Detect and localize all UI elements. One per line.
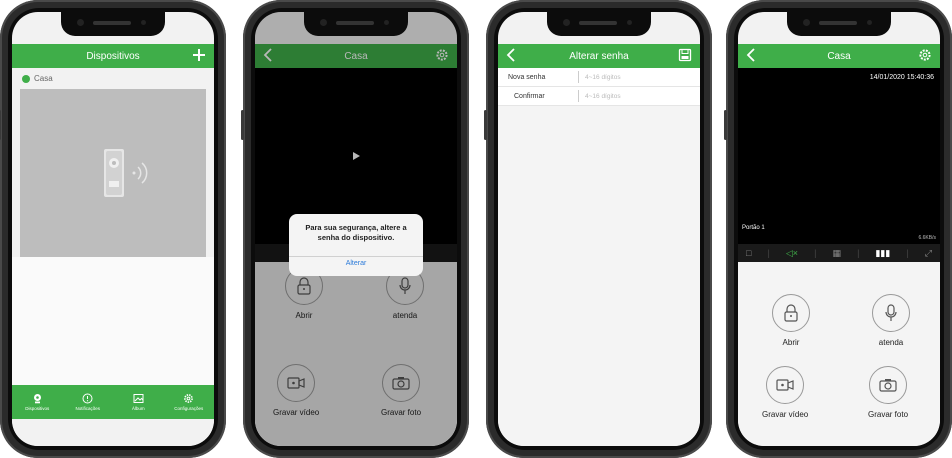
new-password-field[interactable] <box>578 71 687 83</box>
side-button <box>484 110 487 140</box>
camera-name: Portão 1 <box>742 225 765 231</box>
confirm-password-row: Confirmar <box>498 87 700 106</box>
speaker-mute-icon[interactable]: ◁× <box>786 248 798 259</box>
header-bar: Dispositivos <box>12 44 214 68</box>
dialog-divider <box>289 256 423 257</box>
answer-label: atenda <box>878 338 904 347</box>
bitrate: 6.6KB/s <box>918 235 936 241</box>
photo-label: Gravar foto <box>868 410 909 419</box>
photo-camera-icon <box>879 379 897 392</box>
quality-icon[interactable]: ▮▮▮ <box>875 248 890 259</box>
device-label-row[interactable]: Casa <box>22 74 53 83</box>
header-bar: Casa <box>738 44 940 68</box>
dialog-message: Para sua segurança, altere a senha do di… <box>305 223 407 242</box>
video-timestamp: 14/01/2020 15:40:36 <box>869 74 934 81</box>
page-title: Alterar senha <box>569 50 629 62</box>
confirm-label: Confirmar <box>514 92 545 100</box>
phone-frame-change-password: Alterar senha Nova senha Confirmar <box>484 0 712 458</box>
alert-icon <box>82 393 93 404</box>
lock-icon <box>784 304 798 322</box>
snapshot-grid-icon[interactable]: ▦ <box>833 248 842 259</box>
phone-frame-devices: Dispositivos Casa Dispositivos Notificaç… <box>0 0 226 458</box>
fullscreen-icon[interactable]: ⤢ <box>925 248 932 259</box>
screen-devices: Dispositivos Casa Dispositivos Notificaç… <box>12 12 214 446</box>
screen-live-dialog: Casa ▷ ⤢ Abrir atenda Gravar vídeo Grava <box>255 12 457 446</box>
device-name: Casa <box>34 74 53 83</box>
tab-devices[interactable]: Dispositivos <box>12 385 63 419</box>
new-password-row: Nova senha <box>498 68 700 87</box>
video-view[interactable]: 14/01/2020 15:40:36 Portão 1 6.6KB/s <box>738 68 940 244</box>
video-camera-icon <box>776 379 794 391</box>
notch <box>787 12 891 36</box>
answer-button[interactable]: atenda <box>872 294 910 347</box>
tab-settings[interactable]: Configurações <box>164 385 215 419</box>
security-alert-dialog: Para sua segurança, altere a senha do di… <box>289 214 423 276</box>
video-control-bar: □ | ◁× | ▦ | ▮▮▮ | ⤢ <box>738 244 940 262</box>
stop-icon[interactable]: □ <box>746 248 751 258</box>
open-label: Abrir <box>782 338 800 347</box>
notch <box>61 12 165 36</box>
back-chevron-icon[interactable] <box>506 47 516 63</box>
form-background <box>498 106 700 446</box>
tab-label: Álbum <box>131 406 145 411</box>
screen-live: Casa 14/01/2020 15:40:36 Portão 1 6.6KB/… <box>738 12 940 446</box>
side-button <box>0 110 1 140</box>
screen-change-password: Alterar senha Nova senha Confirmar <box>498 12 700 446</box>
phone-frame-live-dialog: Casa ▷ ⤢ Abrir atenda Gravar vídeo Grava <box>241 0 469 458</box>
gear-icon <box>184 394 194 403</box>
back-chevron-icon[interactable] <box>746 47 756 63</box>
home-indicator-area <box>12 419 214 446</box>
gear-icon[interactable] <box>918 48 932 62</box>
empty-list-area <box>12 257 214 385</box>
tab-label: Configurações <box>174 406 204 411</box>
notch <box>547 12 651 36</box>
camera-icon <box>33 394 41 404</box>
record-label: Gravar vídeo <box>762 410 809 419</box>
doorbell-icon <box>104 149 148 197</box>
new-password-label: Nova senha <box>508 73 546 81</box>
side-button <box>241 110 244 140</box>
page-title: Dispositivos <box>86 50 140 62</box>
tab-label: Dispositivos <box>25 406 50 411</box>
tab-bar: Dispositivos Notificações Álbum Configur… <box>12 385 214 419</box>
tab-album[interactable]: Álbum <box>113 385 164 419</box>
side-button <box>724 110 727 140</box>
save-icon[interactable] <box>678 48 692 62</box>
record-video-button[interactable]: Gravar vídeo <box>762 366 808 419</box>
image-icon <box>133 394 144 403</box>
microphone-icon <box>885 304 897 321</box>
status-dot <box>22 74 30 83</box>
phone-frame-live: Casa 14/01/2020 15:40:36 Portão 1 6.6KB/… <box>724 0 952 458</box>
plus-icon[interactable] <box>192 48 206 62</box>
tab-notifications[interactable]: Notificações <box>63 385 114 419</box>
open-button[interactable]: Abrir <box>772 294 810 347</box>
notch <box>304 12 408 36</box>
device-thumbnail[interactable] <box>20 89 206 257</box>
confirm-password-field[interactable] <box>578 90 687 102</box>
page-title: Casa <box>827 50 851 62</box>
header-bar: Alterar senha <box>498 44 700 68</box>
change-password-button[interactable]: Alterar <box>289 260 423 267</box>
tab-label: Notificações <box>75 406 100 411</box>
take-photo-button[interactable]: Gravar foto <box>868 366 908 419</box>
